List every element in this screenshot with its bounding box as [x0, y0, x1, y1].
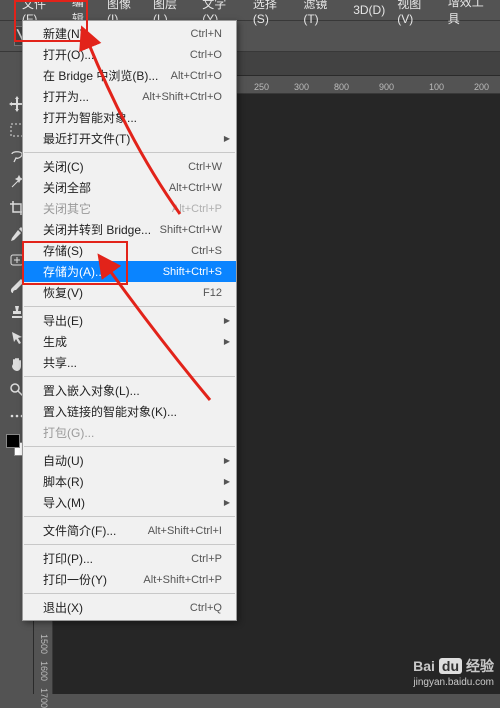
- menuitem-place-embedded[interactable]: 置入嵌入对象(L)...: [23, 380, 236, 401]
- menuitem-share[interactable]: 共享...: [23, 352, 236, 373]
- menuitem-scripts[interactable]: 脚本(R): [23, 471, 236, 492]
- menuitem-revert[interactable]: 恢复(V)F12: [23, 282, 236, 303]
- menu-view[interactable]: 视图(V): [391, 0, 442, 28]
- file-menu-dropdown: 新建(N)...Ctrl+N 打开(O)...Ctrl+O 在 Bridge 中…: [22, 20, 237, 621]
- menuitem-close[interactable]: 关闭(C)Ctrl+W: [23, 156, 236, 177]
- menubar: 文件(F) 编辑 图像(I) 图层(L) 文字(Y) 选择(S) 滤镜(T) 3…: [0, 0, 500, 20]
- menuitem-exit[interactable]: 退出(X)Ctrl+Q: [23, 597, 236, 618]
- menuitem-export[interactable]: 导出(E): [23, 310, 236, 331]
- menuitem-print-one[interactable]: 打印一份(Y)Alt+Shift+Ctrl+P: [23, 569, 236, 590]
- menuitem-new[interactable]: 新建(N)...Ctrl+N: [23, 23, 236, 44]
- menu-select[interactable]: 选择(S): [247, 0, 298, 28]
- menuitem-generate[interactable]: 生成: [23, 331, 236, 352]
- menuitem-package: 打包(G)...: [23, 422, 236, 443]
- menuitem-open-as[interactable]: 打开为...Alt+Shift+Ctrl+O: [23, 86, 236, 107]
- watermark: Baidu 经验 jingyan.baidu.com: [413, 656, 494, 688]
- menuitem-open[interactable]: 打开(O)...Ctrl+O: [23, 44, 236, 65]
- menuitem-place-linked[interactable]: 置入链接的智能对象(K)...: [23, 401, 236, 422]
- menuitem-file-info[interactable]: 文件简介(F)...Alt+Shift+Ctrl+I: [23, 520, 236, 541]
- menuitem-close-all[interactable]: 关闭全部Alt+Ctrl+W: [23, 177, 236, 198]
- menuitem-save-as[interactable]: 存储为(A)...Shift+Ctrl+S: [23, 261, 236, 282]
- menuitem-automate[interactable]: 自动(U): [23, 450, 236, 471]
- menu-plugins[interactable]: 增效工具: [442, 0, 500, 29]
- menuitem-recent-files[interactable]: 最近打开文件(T): [23, 128, 236, 149]
- menuitem-close-others: 关闭其它Alt+Ctrl+P: [23, 198, 236, 219]
- menuitem-close-goto-bridge[interactable]: 关闭并转到 Bridge...Shift+Ctrl+W: [23, 219, 236, 240]
- menuitem-import[interactable]: 导入(M): [23, 492, 236, 513]
- menuitem-browse-bridge[interactable]: 在 Bridge 中浏览(B)...Alt+Ctrl+O: [23, 65, 236, 86]
- menu-filter[interactable]: 滤镜(T): [297, 0, 347, 28]
- menuitem-open-smart-object[interactable]: 打开为智能对象...: [23, 107, 236, 128]
- menuitem-save[interactable]: 存储(S)Ctrl+S: [23, 240, 236, 261]
- menu-3d[interactable]: 3D(D): [347, 1, 391, 19]
- menuitem-print[interactable]: 打印(P)...Ctrl+P: [23, 548, 236, 569]
